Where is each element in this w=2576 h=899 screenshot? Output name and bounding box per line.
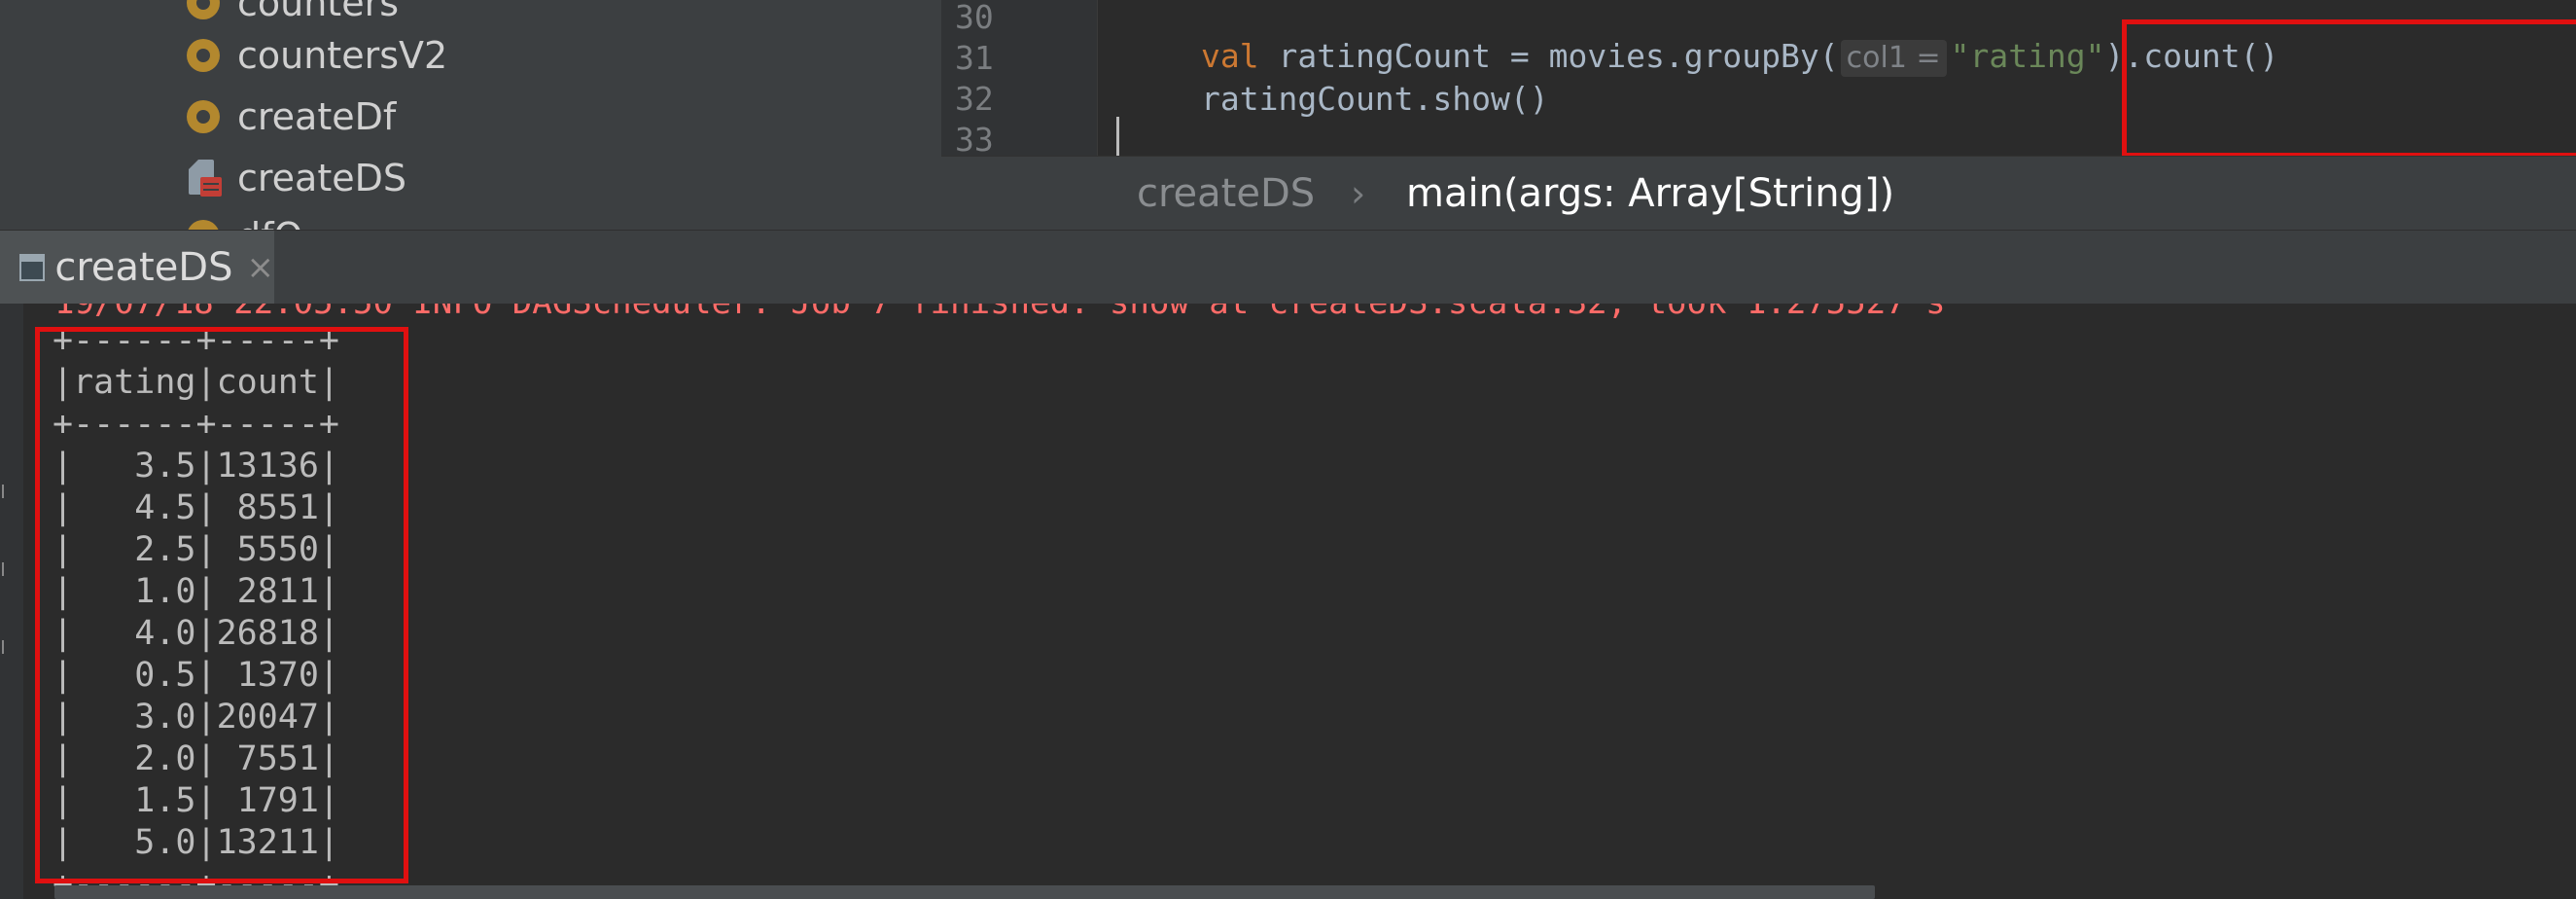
tree-item-counters[interactable]: counters: [185, 0, 399, 27]
gutter-separator: [1097, 0, 1098, 156]
breadcrumb-file[interactable]: createDS: [1137, 157, 1315, 231]
table-highlight-box: [35, 327, 408, 883]
parameter-hint: col1 =: [1840, 40, 1947, 77]
console-side-strip: [0, 304, 23, 899]
strip-marker: [2, 640, 12, 654]
tree-item-label: createDf: [237, 95, 397, 138]
scala-object-icon: [185, 37, 222, 74]
horizontal-scrollbar[interactable]: [54, 885, 1875, 899]
console-output[interactable]: 19/07/18 22:05:50 INFO DAGScheduler: Job…: [0, 304, 2576, 899]
scala-file-icon: [185, 160, 222, 197]
tree-item-label: createDS: [237, 157, 407, 199]
tree-item-countersv2[interactable]: countersV2: [185, 31, 447, 80]
tree-item-createdf[interactable]: createDf: [185, 92, 396, 141]
console-icon: [19, 254, 46, 281]
scala-object-icon: [185, 98, 222, 135]
strip-marker: [2, 485, 12, 498]
line-number-gutter: 30 31 32 33: [941, 0, 1097, 156]
keyword-val: val: [1201, 37, 1259, 75]
strip-marker: [2, 562, 12, 576]
code-line-32[interactable]: ratingCount.show(): [1201, 78, 1549, 120]
project-tree: counters countersV2 createDf createDS df…: [0, 0, 941, 230]
line-number: 30: [955, 0, 994, 36]
string-literal: "rating": [1950, 37, 2105, 75]
breadcrumb: createDS › main(args: Array[String]): [941, 156, 2576, 231]
scala-object-icon: [185, 0, 222, 21]
line-number: 31: [955, 39, 994, 77]
text-caret: [1116, 117, 1119, 156]
tree-item-label: dfO: [237, 215, 302, 230]
tree-item-createds[interactable]: createDS: [185, 154, 406, 202]
tree-item-label: countersV2: [237, 34, 448, 77]
chevron-right-icon: ›: [1351, 172, 1366, 215]
tree-item-label: counters: [237, 0, 400, 24]
breadcrumb-method[interactable]: main(args: Array[String]): [1406, 157, 1894, 231]
close-icon[interactable]: ×: [247, 248, 275, 287]
tab-label: createDS: [54, 245, 233, 290]
code-editor[interactable]: 30 31 32 33 val ratingCount = movies.gro…: [941, 0, 2576, 156]
run-tool-tabs: createDS ×: [0, 230, 2576, 305]
code-line-31[interactable]: val ratingCount = movies.groupBy(col1 = "…: [1201, 35, 2278, 77]
line-number: 33: [955, 121, 994, 156]
code-text: ratingCount = movies.groupBy(: [1258, 37, 1839, 75]
line-number: 32: [955, 80, 994, 118]
tree-item-dfo[interactable]: dfO: [185, 212, 302, 230]
tab-createds[interactable]: createDS ×: [0, 231, 274, 305]
scala-object-icon: [185, 218, 222, 230]
code-highlight-box: [2122, 19, 2576, 156]
